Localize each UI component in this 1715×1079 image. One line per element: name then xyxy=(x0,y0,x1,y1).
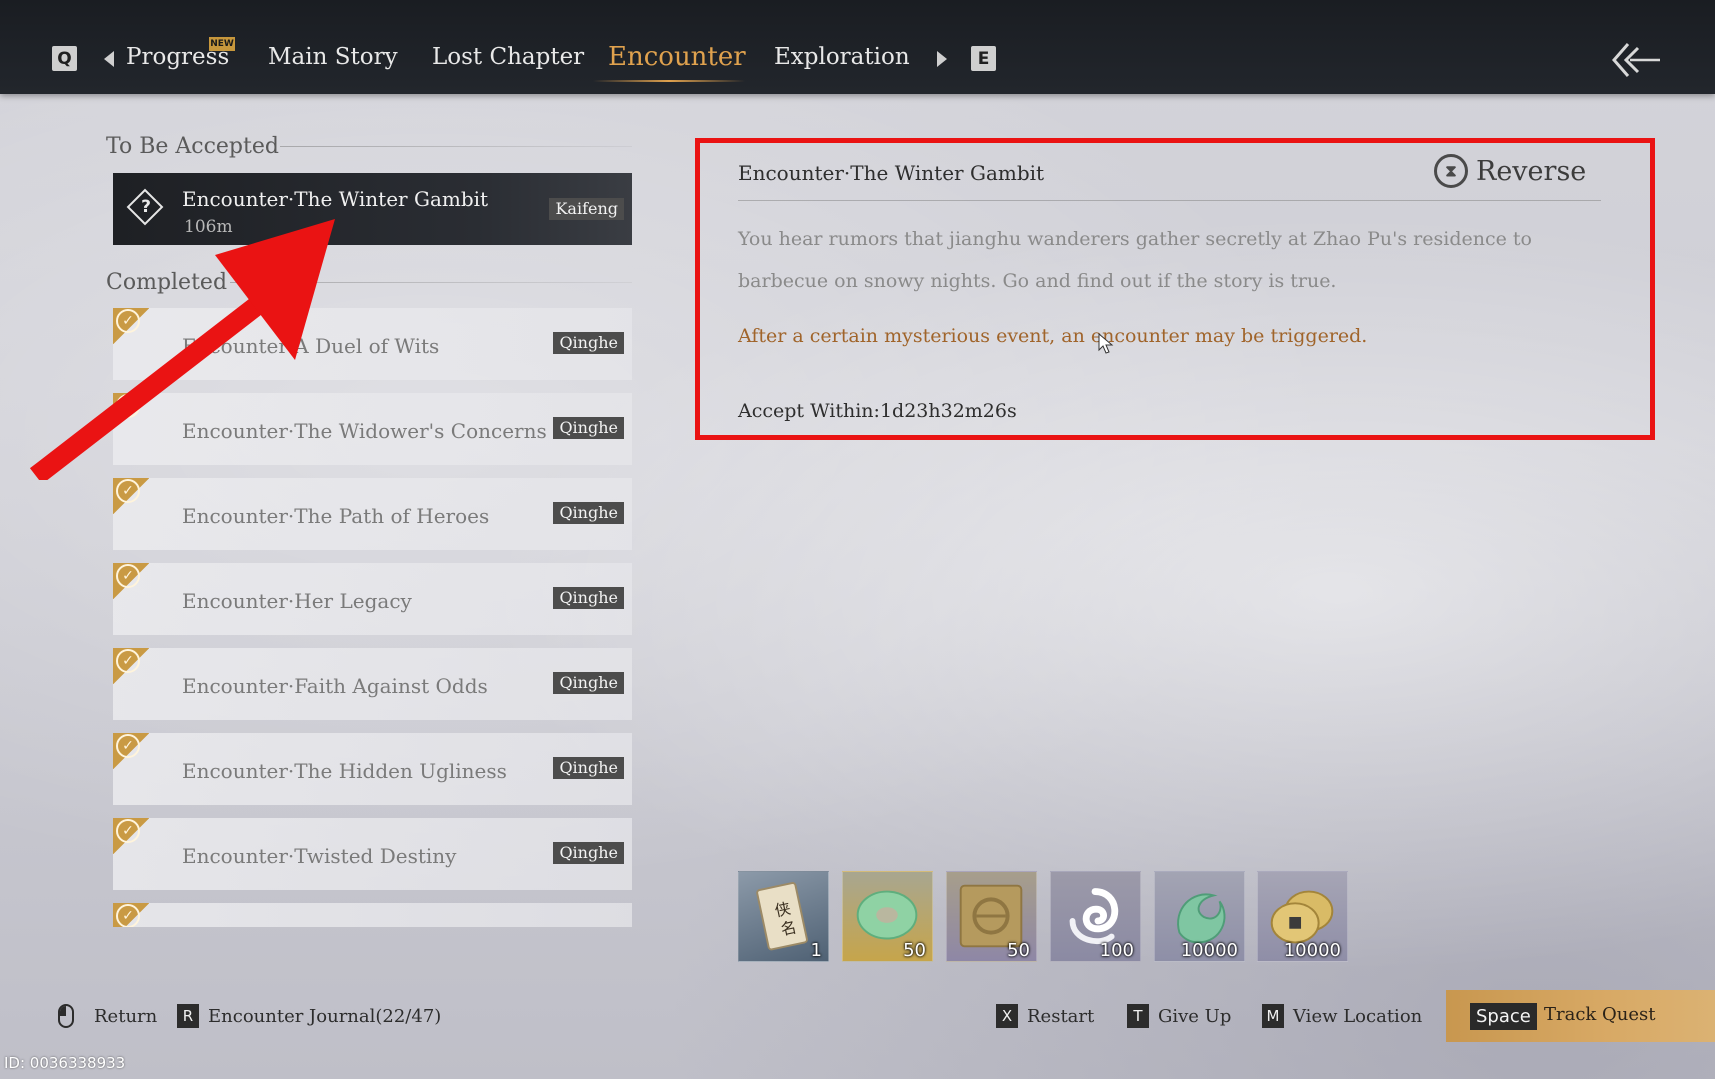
active-tab-underline xyxy=(593,80,745,82)
to-be-accepted-heading: To Be Accepted xyxy=(106,134,279,159)
quest-title: Encounter·Her Legacy xyxy=(182,589,412,613)
reward-slot[interactable]: 50 xyxy=(842,871,933,962)
quest-location-tag: Qinghe xyxy=(553,757,624,779)
restart-label: Restart xyxy=(1027,1005,1095,1027)
tab-encounter[interactable]: Encounter xyxy=(608,42,746,78)
tab-lost-chapter[interactable]: Lost Chapter xyxy=(432,44,584,80)
completed-check-icon: ✓ xyxy=(113,648,149,684)
annotation-arrow-icon xyxy=(30,219,335,480)
reverse-button[interactable]: ⧗ Reverse xyxy=(1434,153,1586,189)
reward-qty: 10000 xyxy=(1283,940,1341,961)
completed-check-icon: ✓ xyxy=(113,818,149,854)
user-id: ID: 0036338933 xyxy=(4,1054,126,1072)
track-quest-button[interactable]: Space Track Quest xyxy=(1446,990,1715,1042)
detail-hint: After a certain mysterious event, an enc… xyxy=(738,325,1368,347)
quest-title: Encounter·Faith Against Odds xyxy=(182,674,488,698)
quest-title: Encounter·Twisted Destiny xyxy=(182,844,457,868)
detail-title: Encounter·The Winter Gambit xyxy=(738,161,1045,185)
prev-tab-arrow-icon[interactable] xyxy=(104,51,114,67)
quest-location-tag: Qinghe xyxy=(553,502,624,524)
return-hint[interactable]: Return xyxy=(58,1003,157,1029)
quest-title: Encounter·The Hidden Ugliness xyxy=(182,759,507,783)
reward-slot[interactable]: 100 xyxy=(1050,871,1141,962)
track-label: Track Quest xyxy=(1544,1004,1656,1025)
quest-location-tag: Kaifeng xyxy=(549,198,624,220)
reward-qty: 1 xyxy=(810,940,822,961)
reward-qty: 50 xyxy=(903,940,926,961)
completed-quest-item[interactable]: ✓ Encounter·The Path of Heroes Qinghe xyxy=(113,478,632,550)
completed-check-icon: ✓ xyxy=(113,478,149,514)
quest-title: Encounter·The Path of Heroes xyxy=(182,504,490,528)
hourglass-icon: ⧗ xyxy=(1434,154,1468,188)
reward-qty: 100 xyxy=(1099,940,1134,961)
reward-slot[interactable]: 50 xyxy=(946,871,1037,962)
view-location-hint[interactable]: M View Location xyxy=(1262,1003,1422,1029)
location-label: View Location xyxy=(1293,1005,1423,1027)
mouse-icon xyxy=(58,1004,74,1028)
next-tab-key[interactable]: E xyxy=(971,46,996,71)
journal-hint[interactable]: R Encounter Journal(22/47) xyxy=(177,1003,441,1029)
journal-key: R xyxy=(177,1004,199,1028)
tab-main-story[interactable]: Main Story xyxy=(268,44,398,80)
completed-quest-item-partial[interactable]: ✓ xyxy=(113,903,632,927)
quest-location-tag: Qinghe xyxy=(553,417,624,439)
next-tab-arrow-icon[interactable] xyxy=(937,51,947,67)
completed-check-icon: ✓ xyxy=(113,733,149,769)
giveup-hint[interactable]: T Give Up xyxy=(1127,1003,1231,1029)
tab-exploration[interactable]: Exploration xyxy=(774,44,910,80)
completed-quest-item[interactable]: ✓ Encounter·Faith Against Odds Qinghe xyxy=(113,648,632,720)
reward-slot[interactable]: 10000 xyxy=(1154,871,1245,962)
quest-location-tag: Qinghe xyxy=(553,332,624,354)
section-divider xyxy=(280,146,632,147)
completed-quest-item[interactable]: ✓ Encounter·The Hidden Ugliness Qinghe xyxy=(113,733,632,805)
track-key: Space xyxy=(1470,1003,1537,1030)
reverse-label: Reverse xyxy=(1476,155,1587,187)
completed-quest-item[interactable]: ✓ Encounter·Twisted Destiny Qinghe xyxy=(113,818,632,890)
new-badge: NEW xyxy=(209,37,235,51)
reward-qty: 50 xyxy=(1007,940,1030,961)
journal-label: Encounter Journal(22/47) xyxy=(208,1005,442,1027)
top-nav-bar: Q Progress NEW Main Story Lost Chapter E… xyxy=(0,0,1715,94)
accept-timer: Accept Within:1d23h32m26s xyxy=(738,400,1017,422)
reward-slot[interactable]: 侠 名 1 xyxy=(738,871,829,962)
return-label: Return xyxy=(94,1005,158,1027)
completed-check-icon: ✓ xyxy=(113,563,149,599)
restart-hint[interactable]: X Restart xyxy=(996,1003,1094,1029)
mouse-cursor-icon xyxy=(1098,333,1114,354)
quest-location-tag: Qinghe xyxy=(553,672,624,694)
detail-description: You hear rumors that jianghu wanderers g… xyxy=(738,228,1532,292)
back-icon[interactable] xyxy=(1608,40,1662,80)
quest-location-tag: Qinghe xyxy=(553,587,624,609)
reward-qty: 10000 xyxy=(1180,940,1238,961)
giveup-key: T xyxy=(1127,1004,1149,1028)
quest-title: Encounter·The Winter Gambit xyxy=(182,187,489,211)
restart-key: X xyxy=(996,1004,1018,1028)
detail-divider xyxy=(738,200,1601,201)
quest-location-tag: Qinghe xyxy=(553,842,624,864)
giveup-label: Give Up xyxy=(1158,1005,1232,1027)
completed-check-icon: ✓ xyxy=(113,903,149,927)
prev-tab-key[interactable]: Q xyxy=(52,46,77,71)
location-key: M xyxy=(1262,1004,1284,1028)
reward-slot[interactable]: 10000 xyxy=(1257,871,1348,962)
completed-quest-item[interactable]: ✓ Encounter·Her Legacy Qinghe xyxy=(113,563,632,635)
